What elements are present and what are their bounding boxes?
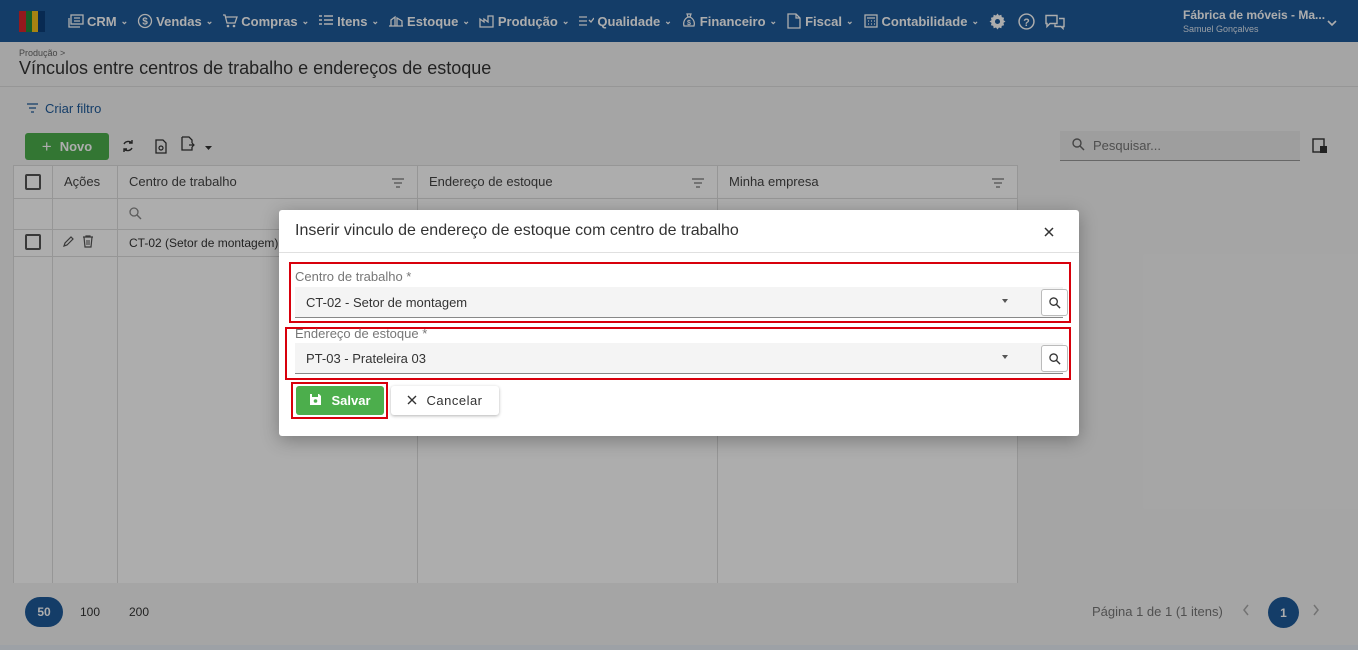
centro-de-trabalho-value: CT-02 - Setor de montagem: [306, 295, 468, 310]
centro-de-trabalho-select[interactable]: CT-02 - Setor de montagem: [295, 287, 1068, 318]
cancel-button[interactable]: Cancelar: [391, 386, 499, 415]
insert-link-dialog: Inserir vinculo de endereço de estoque c…: [279, 210, 1079, 436]
save-button-label: Salvar: [331, 393, 371, 408]
dialog-title: Inserir vinculo de endereço de estoque c…: [295, 222, 739, 239]
dialog-divider: [279, 252, 1079, 253]
endereco-de-estoque-select[interactable]: PT-03 - Prateleira 03: [295, 343, 1068, 374]
dropdown-caret-icon[interactable]: [1002, 355, 1008, 359]
lookup-search-button[interactable]: [1041, 345, 1068, 372]
dropdown-caret-icon[interactable]: [1002, 299, 1008, 303]
cancel-button-label: Cancelar: [426, 393, 483, 408]
save-disk-icon: [309, 393, 322, 409]
endereco-de-estoque-value: PT-03 - Prateleira 03: [306, 351, 426, 366]
close-x-icon: [407, 393, 417, 408]
lookup-search-button[interactable]: [1041, 289, 1068, 316]
centro-de-trabalho-label: Centro de trabalho *: [295, 269, 412, 284]
close-icon[interactable]: [1039, 222, 1059, 242]
endereco-de-estoque-label: Endereço de estoque *: [295, 326, 428, 341]
save-button[interactable]: Salvar: [296, 386, 384, 415]
